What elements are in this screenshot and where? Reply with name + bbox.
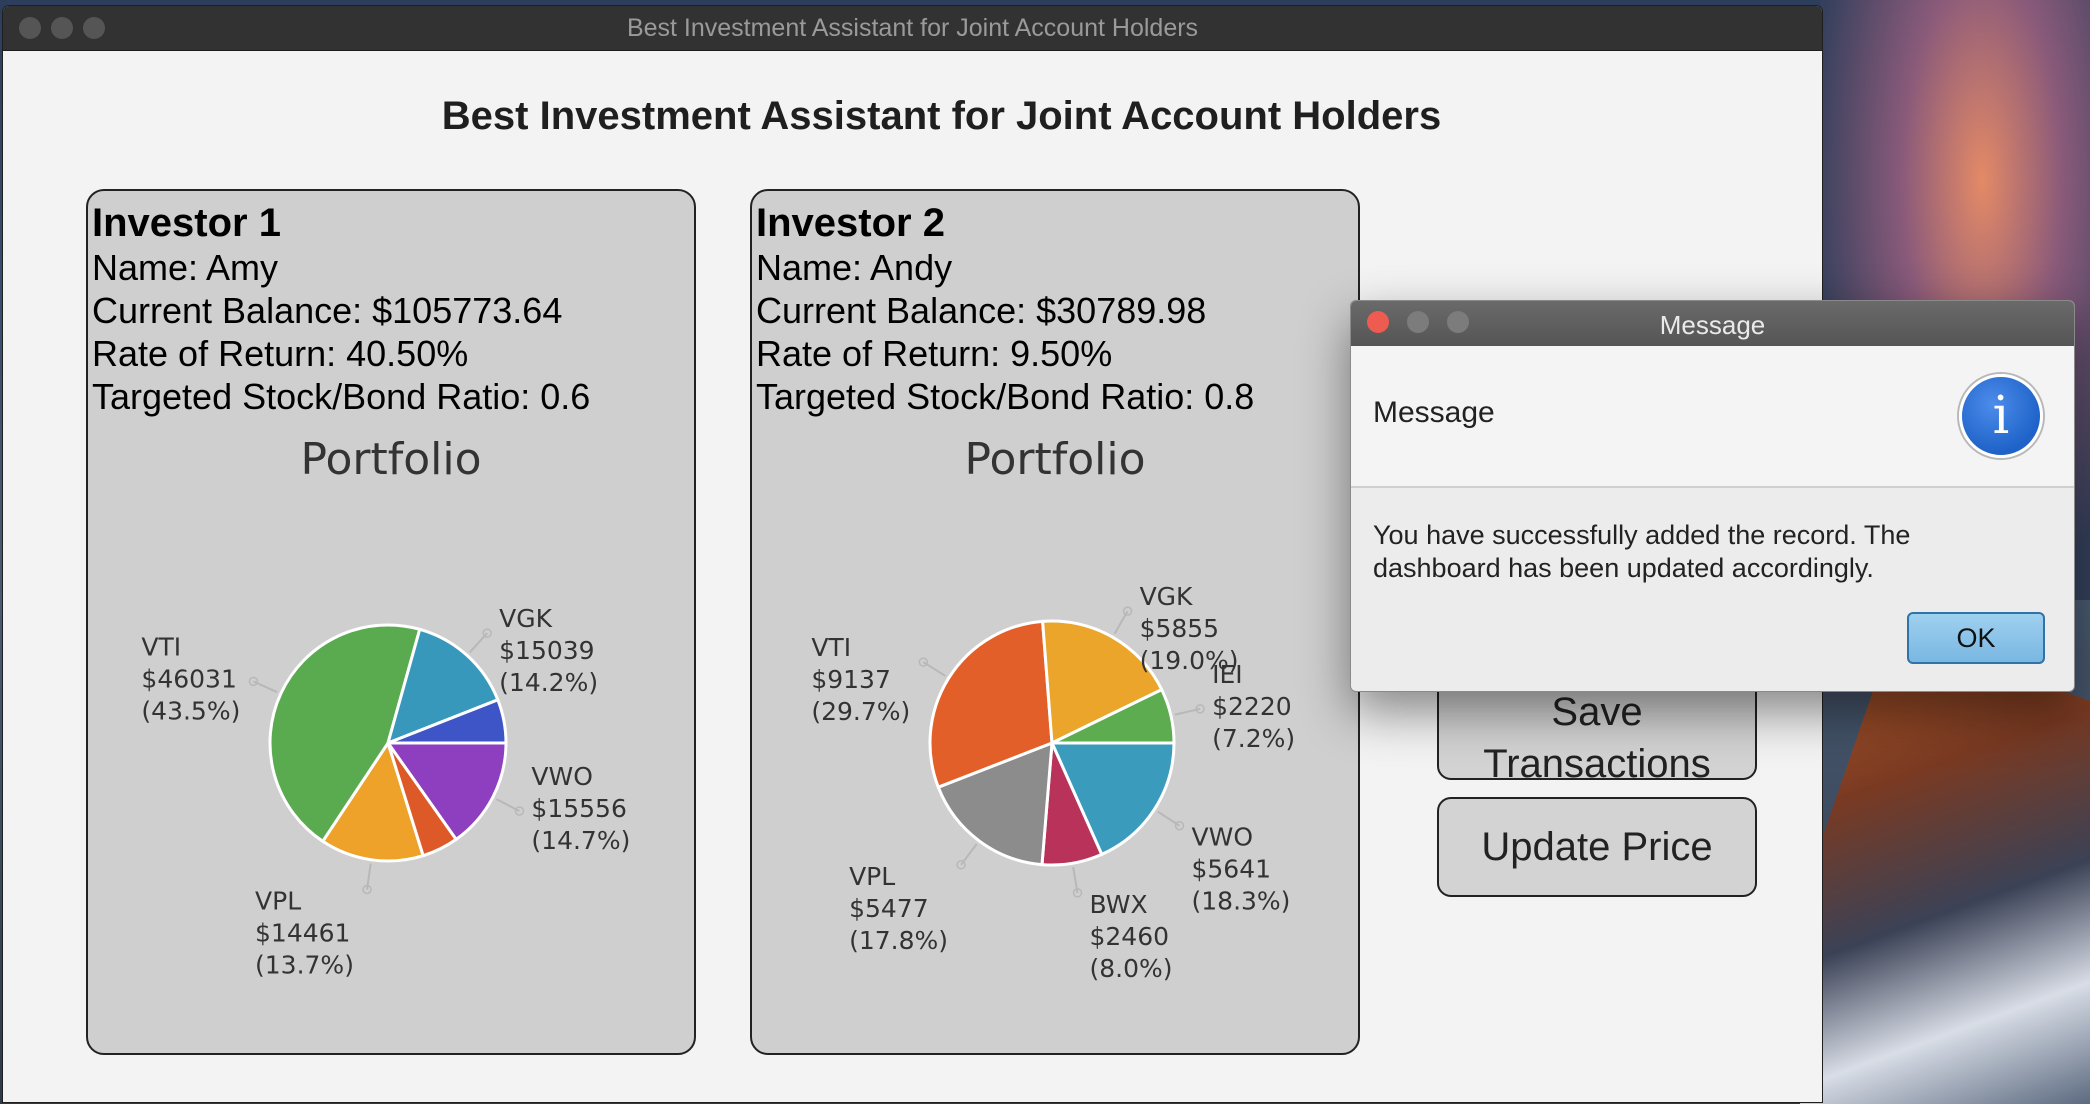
pie-label-line: $15556 bbox=[531, 794, 626, 823]
pie-label-line: $5855 bbox=[1140, 614, 1220, 643]
ok-button[interactable]: OK bbox=[1907, 612, 2045, 664]
pie-leader-dot bbox=[956, 860, 966, 870]
investor-1-panel: Investor 1 Name: Amy Current Balance: $1… bbox=[86, 189, 696, 1055]
pie-label-vwo: VWO $5641 (18.3%) bbox=[1192, 823, 1291, 916]
pie-label-line: (29.7%) bbox=[811, 697, 910, 726]
portfolio-pie-chart: VWO $5641 (18.3%) BWX $2460 (8.0%) VPL $5477 (17… bbox=[811, 582, 1295, 983]
portfolio-pie-chart: VWO $15556 (14.7%) VPL $14461 (13.7%) VTI $4603… bbox=[141, 604, 630, 980]
pie-label-line: (43.5%) bbox=[141, 696, 240, 725]
pie-label-vti: VTI $46031 (43.5%) bbox=[141, 632, 240, 725]
pie-label-line: VPL bbox=[849, 862, 895, 891]
dialog-message: You have successfully added the record. … bbox=[1373, 520, 1911, 583]
pie-label-line: (13.7%) bbox=[255, 951, 354, 980]
pie-label-vpl: VPL $5477 (17.8%) bbox=[849, 862, 948, 955]
pie-label-bwx: BWX $2460 (8.0%) bbox=[1090, 890, 1173, 983]
save-button-line1: Save bbox=[1551, 690, 1643, 734]
pie-label-line: VPL bbox=[255, 887, 301, 916]
pie-label-iei: IEI $2220 (7.2%) bbox=[1212, 660, 1295, 753]
pie-label-line: $5641 bbox=[1192, 855, 1272, 884]
pie-label-line: BWX bbox=[1090, 890, 1148, 919]
info-icon: i bbox=[1959, 374, 2043, 458]
pie-label-vpl: VPL $14461 (13.7%) bbox=[255, 887, 354, 980]
pie-label-line: VWO bbox=[531, 762, 593, 791]
window-titlebar[interactable]: Best Investment Assistant for Joint Acco… bbox=[3, 6, 1822, 51]
pie-label-line: $5477 bbox=[849, 894, 929, 923]
pie-label-vgk: VGK $15039 (14.2%) bbox=[499, 604, 598, 697]
pie-label-line: $9137 bbox=[811, 665, 891, 694]
dialog-header-text: Message bbox=[1373, 396, 1495, 429]
pie-label-vwo: VWO $15556 (14.7%) bbox=[531, 762, 630, 855]
pie-label-line: IEI bbox=[1212, 660, 1243, 689]
window-title: Best Investment Assistant for Joint Acco… bbox=[626, 14, 1199, 42]
pie-label-line: $2220 bbox=[1212, 692, 1292, 721]
pie-label-line: $46031 bbox=[141, 664, 236, 693]
message-dialog: Message Message i You have successfully … bbox=[1350, 300, 2075, 692]
dialog-title: Message bbox=[1659, 310, 1766, 340]
page-title: Best Investment Assistant for Joint Acco… bbox=[441, 94, 1442, 138]
pie-leader-dot bbox=[248, 676, 259, 687]
pie-label-line: $2460 bbox=[1090, 922, 1170, 951]
pie-label-line: VGK bbox=[499, 604, 552, 633]
pie-label-line: $14461 bbox=[255, 919, 350, 948]
pie-leader-dot bbox=[482, 628, 492, 638]
pie-label-vti: VTI $9137 (29.7%) bbox=[811, 633, 910, 726]
pie-label-line: $15039 bbox=[499, 636, 594, 665]
pie-label-line: VTI bbox=[141, 632, 181, 661]
pie-label-line: (8.0%) bbox=[1090, 954, 1173, 983]
pie-label-line: (18.3%) bbox=[1192, 887, 1291, 916]
pie-label-line: VTI bbox=[811, 633, 851, 662]
pie-label-line: VWO bbox=[1192, 823, 1254, 852]
pie-label-line: VGK bbox=[1140, 582, 1193, 611]
pie-label-line: (17.8%) bbox=[849, 926, 948, 955]
save-button-line2: Transactions bbox=[1483, 742, 1711, 786]
pie-leader-dot bbox=[918, 657, 929, 667]
investor-2-panel: Investor 2 Name: Andy Current Balance: $… bbox=[750, 189, 1360, 1055]
pie-label-line: (14.7%) bbox=[531, 826, 630, 855]
update-price-button[interactable]: Update Price bbox=[1437, 797, 1757, 897]
dialog-header: Message i bbox=[1351, 346, 2074, 488]
pie-label-line: (14.2%) bbox=[499, 668, 598, 697]
dialog-titlebar[interactable]: Message bbox=[1351, 301, 2074, 347]
pie-label-line: (7.2%) bbox=[1212, 724, 1295, 753]
